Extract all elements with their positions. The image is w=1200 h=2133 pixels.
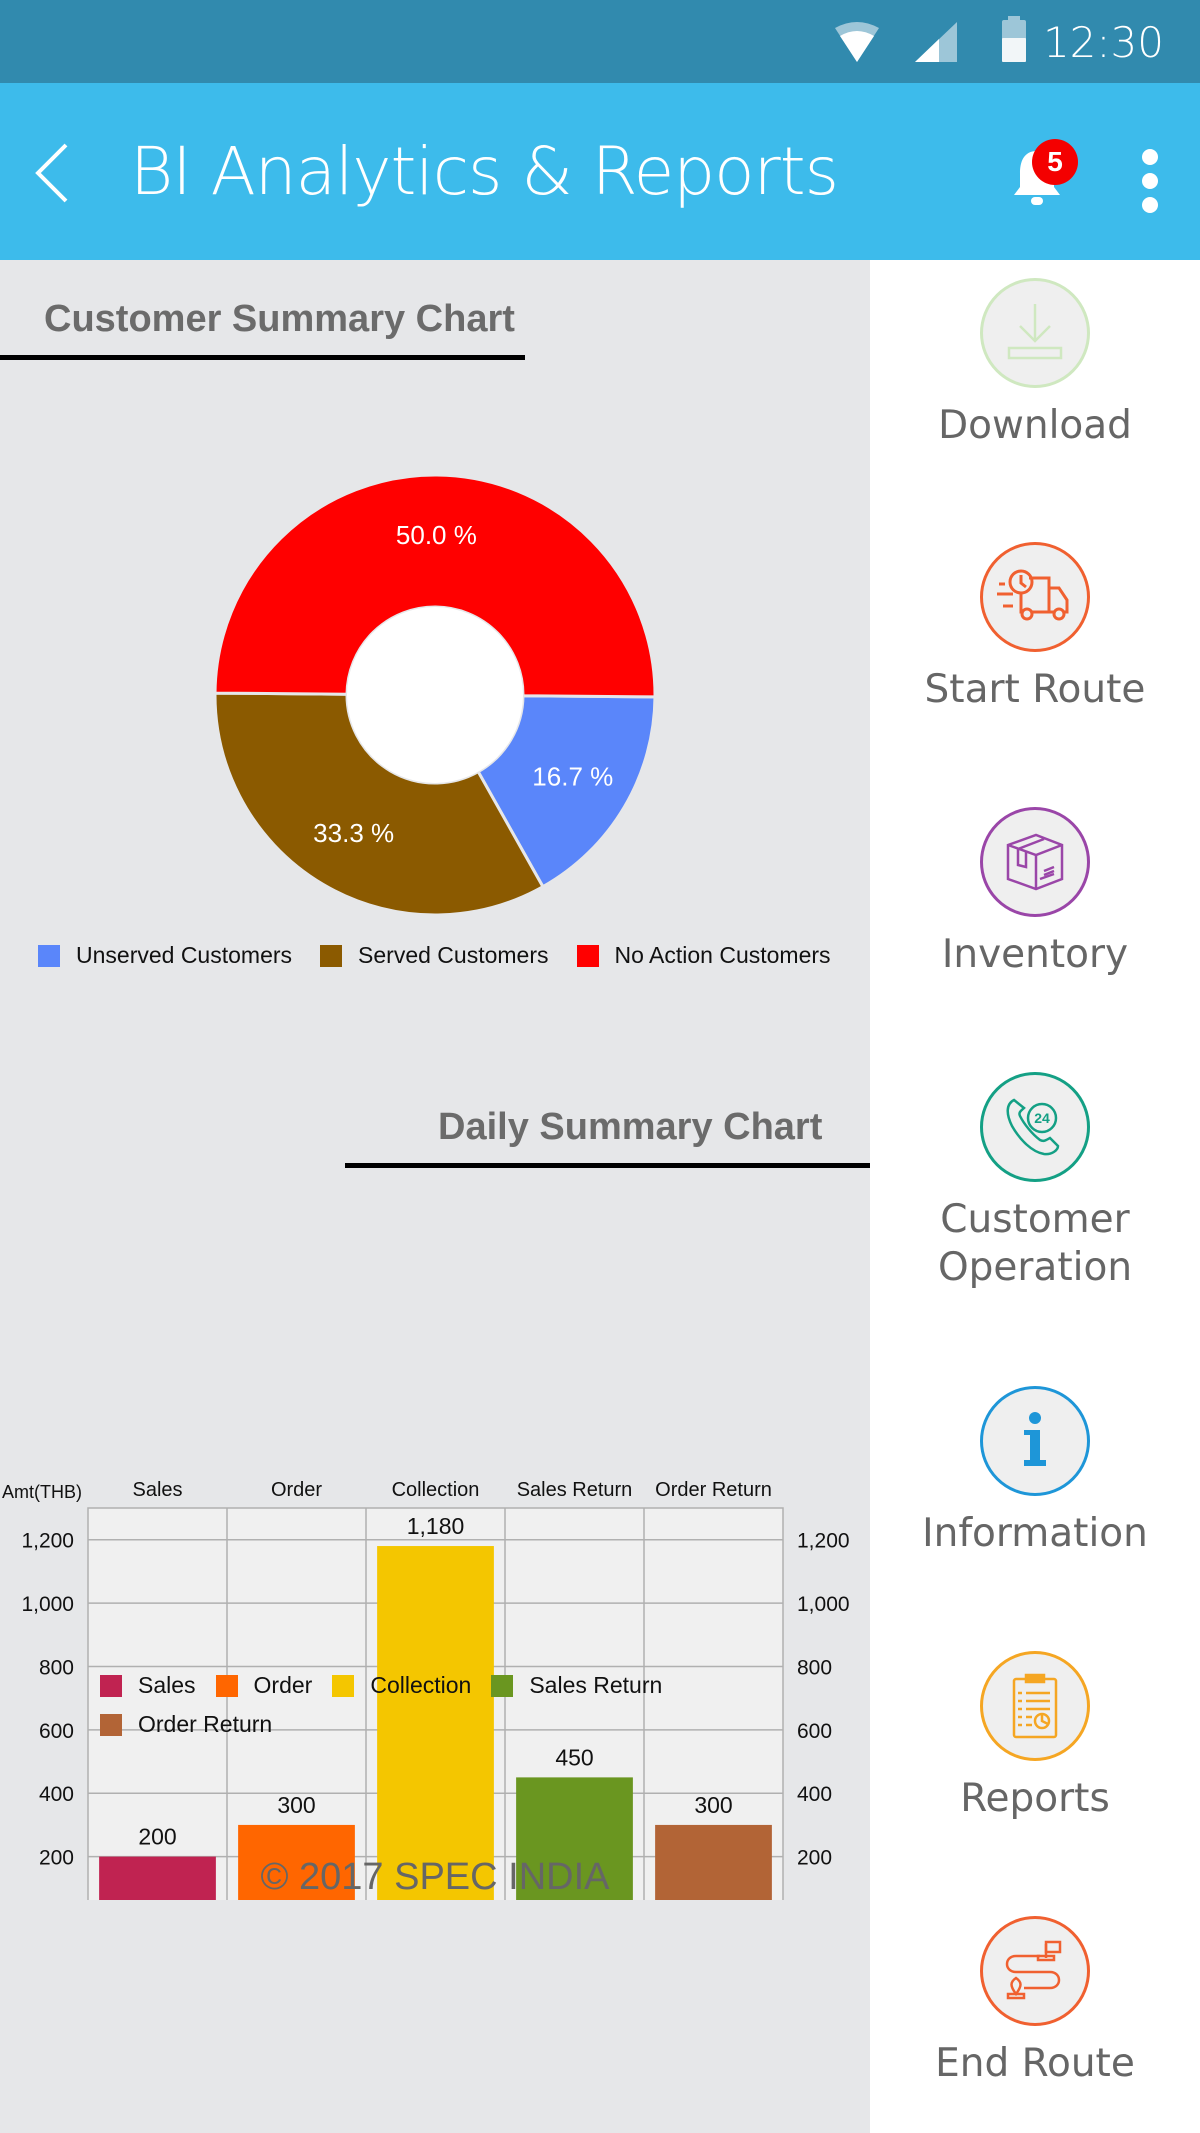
sidebar-item-download[interactable]: Download [870,278,1200,450]
pie-slice-label: 16.7 % [532,761,613,791]
sidebar-item-customer-operation[interactable]: 24 Customer Operation [870,1072,1200,1292]
donut-hole [347,607,523,783]
sidebar-item-inventory[interactable]: Inventory [870,807,1200,979]
x-category-label: Order Return [655,1479,772,1501]
sidebar-label: Reports [960,1776,1110,1821]
legend-swatch [491,1674,514,1697]
legend-item: Sales Return [491,1672,662,1699]
sidebar-label: Inventory [941,932,1129,977]
legend-item: Order [215,1672,313,1699]
legend-label: Unserved Customers [76,942,293,968]
customer-chart-underline [0,355,525,360]
sidebar-label: End Route [935,2041,1135,2086]
info-icon [980,1386,1090,1496]
sidebar-label: Download [938,403,1132,448]
legend-label: Served Customers [358,942,549,968]
customer-chart-legend: Unserved Customers Served Customers No Act… [38,942,859,969]
legend-swatch [332,1674,355,1697]
legend-label: No Action Customers [614,942,831,968]
legend-item: Sales [100,1672,196,1699]
sidebar-item-information[interactable]: Information [870,1386,1200,1558]
legend-label: Collection [370,1672,472,1698]
pie-slice-label: 50.0 % [396,520,477,550]
legend-swatch [576,944,599,967]
status-bar: 12:30 [0,0,1200,83]
route-flag-icon [980,1916,1090,2026]
legend-swatch [38,944,60,967]
bar-value-label: 450 [555,1744,593,1770]
bar-value-label: 300 [694,1792,732,1818]
app-bar: BI Analytics & Reports 5 [0,83,1200,260]
sidebar-item-end-route[interactable]: End Route [870,1916,1200,2088]
sidebar-label: Start Route [924,667,1146,712]
customer-donut-chart: 16.7 % 33.3 % 50.0 % [213,473,657,917]
legend-label: Sales Return [529,1672,663,1698]
y-tick-label-left: 1,200 [21,1530,74,1553]
x-category-label: Collection [392,1479,480,1501]
y-tick-label-right: 1,000 [797,1593,850,1616]
action-sidebar: Download Start Route Inventory 24 Custom… [870,260,1200,2133]
clipboard-report-icon [980,1651,1090,1761]
package-box-icon [980,807,1090,917]
y-tick-label-left: 1,000 [21,1593,74,1616]
daily-chart-underline [345,1163,870,1168]
y-axis-label: Amt(THB) [2,1482,82,1502]
delivery-truck-icon [980,542,1090,652]
back-arrow-icon[interactable] [30,141,80,205]
legend-label: Order Return [138,1711,273,1737]
legend-item: Order Return [100,1711,272,1738]
x-category-label: Sales Return [517,1479,633,1501]
daily-chart-title: Daily Summary Chart [438,1106,823,1148]
wifi-icon [835,22,879,62]
y-tick-label-left: 400 [39,1783,74,1806]
y-tick-label-left: 800 [39,1656,74,1679]
bar-value-label: 300 [277,1792,315,1818]
sidebar-item-reports[interactable]: Reports [870,1651,1200,1823]
notification-badge: 5 [1032,139,1078,185]
legend-item: No Action Customers [576,942,831,969]
legend-swatch [100,1674,122,1697]
bar-value-label: 200 [138,1824,176,1850]
y-tick-label-right: 600 [797,1720,832,1743]
bar-value-label: 1,180 [407,1513,465,1539]
clock: 12:30 [1042,18,1164,67]
legend-swatch [320,944,343,967]
y-tick-label-right: 800 [797,1656,832,1679]
legend-label: Order [253,1672,313,1698]
legend-swatch [100,1713,122,1736]
y-tick-label-left: 600 [39,1720,74,1743]
main-content: Customer Summary Chart 16.7 % 33.3 % 50.0 … [0,260,870,2133]
legend-label: Sales [138,1672,196,1698]
sidebar-item-start-route[interactable]: Start Route [870,542,1200,714]
y-tick-label-right: 1,200 [797,1530,850,1553]
pie-slice-label: 33.3 % [313,818,394,848]
x-category-label: Sales [132,1479,182,1501]
page-title: BI Analytics & Reports [130,133,839,210]
svg-text:24: 24 [1034,1110,1050,1126]
legend-item: Collection [332,1672,471,1699]
sidebar-label: Customer Operation [937,1197,1133,1290]
download-icon [980,278,1090,388]
copyright-footer: © 2017 SPEC INDIA [260,1856,610,1898]
daily-chart-legend: Sales Order Collection Sales Return Order Re… [100,1672,800,1738]
legend-item: Unserved Customers [38,942,292,969]
x-category-label: Order [271,1479,322,1501]
legend-item: Served Customers [320,942,549,969]
y-tick-label-right: 400 [797,1783,832,1806]
signal-icon [915,22,957,62]
battery-icon [1002,16,1026,62]
customer-chart-title: Customer Summary Chart [44,298,515,340]
phone-24-icon: 24 [980,1072,1090,1182]
sidebar-label: Information [922,1511,1148,1556]
more-vert-icon[interactable] [1130,143,1170,223]
legend-swatch [215,1674,238,1697]
